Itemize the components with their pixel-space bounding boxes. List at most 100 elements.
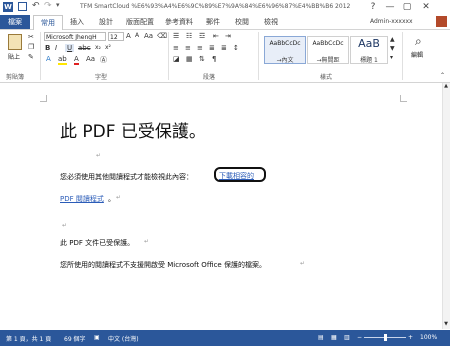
page-count[interactable]: 第 1 頁，共 1 頁 — [6, 334, 51, 343]
enclose-icon[interactable]: Ⓐ — [100, 55, 107, 65]
line-spacing-icon[interactable]: ↕ — [233, 44, 239, 52]
group-label-font: 字型 — [95, 74, 108, 81]
text-effects-icon[interactable]: A — [46, 55, 51, 63]
divider — [258, 32, 259, 80]
document-paragraph[interactable]: 您必須使用其他閱讀程式才能檢視此內容： — [60, 172, 193, 182]
group-label-paragraph: 段落 — [203, 74, 216, 81]
word-count[interactable]: 69 個字 — [64, 334, 86, 343]
style-preview: AaBbCcDc — [269, 40, 301, 47]
tab-layout[interactable]: 版面配置 — [122, 15, 158, 29]
user-name[interactable]: Admin-xxxxxx — [370, 18, 413, 25]
scroll-up-icon[interactable]: ▲ — [442, 83, 450, 89]
styles-scroll-up-icon[interactable]: ▲ — [390, 36, 395, 43]
multilevel-list-icon[interactable]: ☲ — [199, 32, 205, 40]
redo-icon[interactable]: ↷ — [44, 1, 52, 11]
customize-icon[interactable]: ▾ — [56, 1, 60, 9]
save-icon[interactable] — [18, 2, 27, 11]
highlight-icon[interactable]: ab — [58, 55, 67, 65]
align-right-icon[interactable]: ≡ — [197, 44, 203, 52]
zoom-out-button[interactable]: − — [357, 334, 362, 341]
style-name: 標題 1 — [360, 57, 378, 64]
distributed-icon[interactable]: ≣ — [221, 44, 227, 52]
bullets-icon[interactable]: ☰ — [173, 32, 179, 40]
bold-button[interactable]: B — [45, 44, 50, 52]
change-case-icon[interactable]: Aa — [144, 32, 153, 40]
font-name-select[interactable]: Microsoft JhengH — [44, 32, 106, 41]
close-button[interactable]: ✕ — [418, 1, 434, 14]
show-marks-icon[interactable]: ¶ — [212, 55, 216, 63]
tab-home[interactable]: 常用 — [33, 15, 63, 31]
clear-format-icon[interactable]: ⌫ — [157, 32, 167, 40]
tab-review[interactable]: 校閱 — [229, 15, 255, 29]
document-paragraph[interactable]: 此 PDF 文件已受保護。 — [60, 238, 134, 248]
center-icon[interactable]: ≡ — [185, 44, 191, 52]
web-layout-icon[interactable]: ▥ — [344, 334, 350, 341]
document-heading[interactable]: 此 PDF 已受保護。 — [60, 117, 206, 142]
word-app-icon[interactable]: W — [3, 2, 13, 12]
proofing-icon[interactable]: ▣ — [94, 334, 100, 341]
shading-icon[interactable]: Aa — [86, 55, 95, 63]
justify-icon[interactable]: ≣ — [209, 44, 215, 52]
paragraph-mark: ↵ — [96, 152, 102, 159]
tab-design[interactable]: 設計 — [93, 15, 119, 29]
restore-button[interactable]: ▢ — [399, 1, 415, 14]
underline-button[interactable]: U — [65, 44, 75, 52]
ribbon-tabs: 檔案 常用 插入 設計 版面配置 參考資料 郵件 校閱 檢視 Admin-xxx… — [0, 15, 450, 31]
decrease-indent-icon[interactable]: ⇤ — [213, 32, 219, 40]
cut-icon[interactable]: ✂ — [28, 33, 34, 41]
editing-button-label[interactable]: 編輯 — [411, 50, 423, 59]
scroll-down-icon[interactable]: ▼ — [442, 321, 450, 327]
font-color-icon[interactable]: A — [74, 55, 79, 65]
zoom-in-button[interactable]: + — [408, 334, 413, 341]
font-size-select[interactable]: 12 — [108, 32, 124, 41]
italic-button[interactable]: I — [55, 44, 57, 52]
sort-icon[interactable]: ⇅ — [199, 55, 205, 63]
zoom-level[interactable]: 100% — [420, 334, 437, 341]
strikethrough-icon[interactable]: abc — [78, 44, 91, 52]
superscript-icon[interactable]: x² — [105, 44, 111, 51]
tab-view[interactable]: 檢視 — [258, 15, 284, 29]
language-indicator[interactable]: 中文 (台灣) — [108, 334, 139, 343]
read-mode-icon[interactable]: ▤ — [318, 334, 324, 341]
tab-mailings[interactable]: 郵件 — [200, 15, 226, 29]
style-heading-1[interactable]: AaB 標題 1 — [350, 36, 388, 64]
styles-scroll-down-icon[interactable]: ▼ — [390, 45, 395, 52]
document-paragraph[interactable]: 您所使用的閱讀程式不支援開啟受 Microsoft Office 保護的檔案。 — [60, 260, 266, 270]
style-preview: AaB — [358, 37, 380, 50]
download-link[interactable]: 下載相容的 — [219, 171, 254, 181]
numbering-icon[interactable]: ☷ — [186, 32, 192, 40]
collapse-ribbon-icon[interactable]: ⌃ — [440, 72, 445, 79]
document-canvas[interactable]: 此 PDF 已受保護。 ↵ 您必須使用其他閱讀程式才能檢視此內容： 下載相容的 … — [0, 83, 450, 329]
document-title: TFM SmartCloud %E6%93%A4%E6%9C%89%E7%9A%… — [80, 3, 350, 10]
subscript-icon[interactable]: x₂ — [95, 44, 101, 51]
borders-icon[interactable]: ▦ — [186, 55, 193, 63]
copy-icon[interactable]: ❐ — [28, 43, 34, 51]
tab-file[interactable]: 檔案 — [0, 15, 30, 29]
align-left-icon[interactable]: ≡ — [173, 44, 179, 52]
title-bar: W ↶ ↷ ▾ TFM SmartCloud %E6%93%A4%E6%9C%8… — [0, 0, 450, 15]
avatar[interactable] — [436, 16, 447, 27]
paste-button-label[interactable]: 貼上 — [8, 52, 20, 61]
find-icon[interactable]: ⌕ — [415, 34, 422, 49]
ribbon: 貼上 ✂ ❐ ✎ 剪貼簿 Microsoft JhengH 12 A A Aa … — [0, 30, 450, 83]
vertical-scrollbar[interactable] — [442, 83, 450, 329]
paste-icon[interactable] — [8, 34, 22, 50]
style-normal[interactable]: AaBbCcDc →內文 — [264, 36, 306, 64]
shading-fill-icon[interactable]: ◪ — [173, 55, 180, 63]
group-label-clipboard: 剪貼簿 — [6, 74, 25, 81]
format-painter-icon[interactable]: ✎ — [28, 53, 34, 61]
crop-mark — [400, 95, 407, 102]
tab-insert[interactable]: 插入 — [64, 15, 90, 29]
zoom-slider-thumb[interactable] — [384, 334, 387, 341]
undo-icon[interactable]: ↶ — [32, 1, 40, 11]
pdf-reader-link[interactable]: PDF 閱讀程式 — [60, 194, 104, 204]
shrink-font-icon[interactable]: A — [135, 32, 139, 39]
styles-more-icon[interactable]: ▾ — [390, 54, 393, 61]
tab-references[interactable]: 參考資料 — [161, 15, 197, 29]
grow-font-icon[interactable]: A — [126, 32, 131, 40]
style-no-spacing[interactable]: AaBbCcDc →無間距 — [307, 36, 349, 64]
help-button[interactable]: ? — [365, 1, 381, 14]
print-layout-icon[interactable]: ▦ — [331, 334, 337, 341]
increase-indent-icon[interactable]: ⇥ — [225, 32, 231, 40]
minimize-button[interactable]: — — [382, 1, 398, 14]
